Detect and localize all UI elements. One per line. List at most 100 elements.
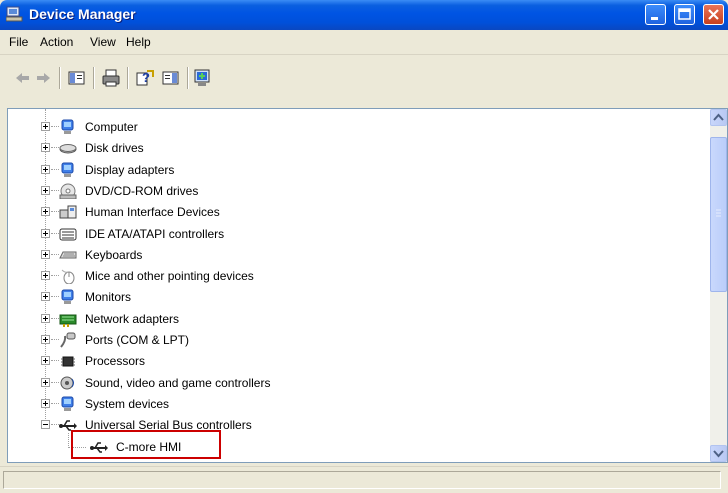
mouse-icon — [61, 269, 75, 285]
computer-icon — [61, 119, 74, 134]
tree-item[interactable]: Human Interface Devices — [8, 202, 708, 223]
expand-button[interactable] — [41, 377, 50, 387]
toolbar-separator — [59, 67, 61, 89]
expand-button[interactable] — [41, 271, 50, 281]
expand-button[interactable] — [41, 143, 50, 153]
tree-item[interactable]: Monitors — [8, 287, 708, 308]
tree-connector-line — [51, 232, 59, 234]
tree-connector-line — [51, 317, 59, 319]
tree-item-label: Sound, video and game controllers — [85, 375, 271, 390]
expand-button[interactable] — [41, 122, 50, 131]
expand-button[interactable] — [41, 249, 50, 259]
highlight-box — [71, 430, 221, 459]
show-hide-tree-icon[interactable] — [66, 67, 88, 89]
tree-connector-line — [51, 275, 59, 277]
system-device-icon — [61, 396, 74, 411]
keyboard-icon — [59, 251, 77, 259]
toolbar-separator — [93, 67, 95, 89]
window-title: Device Manager — [29, 6, 136, 22]
expand-button[interactable] — [41, 164, 50, 174]
tree-item-label: Monitors — [85, 290, 132, 305]
vertical-scrollbar[interactable] — [710, 109, 727, 462]
close-icon — [708, 9, 719, 20]
expand-button[interactable] — [41, 185, 50, 195]
menu-help[interactable]: Help — [126, 35, 151, 49]
tree-item[interactable]: System devices — [8, 394, 708, 415]
tree-item-label: Ports (COM & LPT) — [85, 333, 190, 347]
tree-item-label: IDE ATA/ATAPI controllers — [85, 226, 225, 241]
tree-item-label: Mice and other pointing devices — [85, 269, 254, 284]
tree-item[interactable]: Sound, video and game controllers — [8, 373, 708, 394]
scroll-up-button[interactable] — [710, 109, 727, 126]
maximize-button[interactable] — [674, 4, 695, 25]
expand-button[interactable] — [41, 398, 50, 408]
tree-connector-line — [51, 253, 59, 255]
tree-connector-line — [51, 360, 59, 362]
chevron-up-icon — [713, 113, 724, 121]
tree-connector-line — [51, 147, 59, 149]
tree-item[interactable]: Computer — [8, 117, 708, 138]
tree-item-label: DVD/CD-ROM drives — [85, 183, 199, 198]
collapse-button[interactable] — [41, 420, 50, 430]
tree-item-label: Processors — [85, 354, 146, 369]
expand-button[interactable] — [41, 356, 50, 366]
print-icon[interactable] — [100, 67, 122, 89]
menu-view[interactable]: View — [90, 35, 116, 49]
minimize-icon — [651, 17, 658, 20]
tree-connector-line — [51, 339, 59, 340]
help-icon[interactable]: ? — [134, 67, 156, 89]
toolbar-separator — [127, 67, 129, 89]
tree-item-label: Network adapters — [85, 311, 180, 326]
disk-drive-icon — [59, 144, 77, 154]
tree-item[interactable]: Mice and other pointing devices — [8, 266, 708, 287]
ide-controller-icon — [59, 228, 77, 240]
tree-item-label: Human Interface Devices — [85, 205, 220, 220]
tree-item[interactable]: Processors — [8, 351, 708, 372]
scroll-thumb[interactable] — [710, 137, 727, 292]
device-tree-panel[interactable]: Computer Disk drives Display adapters DVD/C… — [7, 108, 728, 463]
tree-item[interactable]: DVD/CD-ROM drives — [8, 181, 708, 202]
sound-icon — [60, 376, 74, 390]
tree-item[interactable]: Keyboards — [8, 245, 708, 266]
title-bar[interactable]: Device Manager — [0, 0, 728, 30]
device-manager-icon — [6, 6, 23, 22]
scan-hardware-icon[interactable] — [192, 67, 214, 89]
close-button[interactable] — [703, 4, 724, 25]
tree-connector-line — [51, 402, 59, 404]
minimize-button[interactable] — [645, 4, 666, 25]
processor-icon — [61, 356, 75, 367]
scroll-down-button[interactable] — [710, 445, 727, 462]
expand-button[interactable] — [41, 207, 50, 217]
menu-file[interactable]: File — [9, 35, 28, 49]
device-tree: Computer Disk drives Display adapters DVD/C… — [8, 109, 709, 462]
chevron-down-icon — [713, 450, 724, 458]
tree-item[interactable]: IDE ATA/ATAPI controllers — [8, 224, 708, 245]
tree-item[interactable]: Ports (COM & LPT) — [8, 330, 708, 351]
tree-item-label: Computer — [85, 120, 138, 134]
tree-connector-line — [51, 424, 59, 426]
expand-button[interactable] — [41, 228, 50, 238]
tree-item[interactable]: Disk drives — [8, 138, 708, 159]
menu-action[interactable]: Action — [40, 35, 73, 49]
tree-connector-line — [51, 296, 59, 298]
network-adapter-icon — [59, 314, 77, 327]
dvd-drive-icon — [59, 183, 77, 199]
svg-text:?: ? — [142, 70, 150, 85]
properties-icon[interactable] — [160, 67, 182, 89]
grip-icon — [716, 209, 721, 217]
tree-connector-line — [51, 126, 59, 127]
tree-item-label: Display adapters — [85, 162, 175, 177]
expand-button[interactable] — [41, 313, 50, 323]
toolbar: ? — [0, 55, 728, 107]
tree-connector-line — [51, 168, 59, 170]
monitor-icon — [61, 289, 74, 305]
tree-item-label: System devices — [85, 396, 170, 411]
tree-connector-line — [51, 211, 59, 213]
tree-item[interactable]: Display adapters — [8, 160, 708, 181]
expand-button[interactable] — [41, 335, 50, 344]
forward-arrow-icon[interactable] — [32, 67, 54, 89]
back-arrow-icon[interactable] — [12, 67, 34, 89]
expand-button[interactable] — [41, 292, 50, 302]
tree-item[interactable]: Network adapters — [8, 309, 708, 330]
toolbar-separator — [187, 67, 189, 89]
